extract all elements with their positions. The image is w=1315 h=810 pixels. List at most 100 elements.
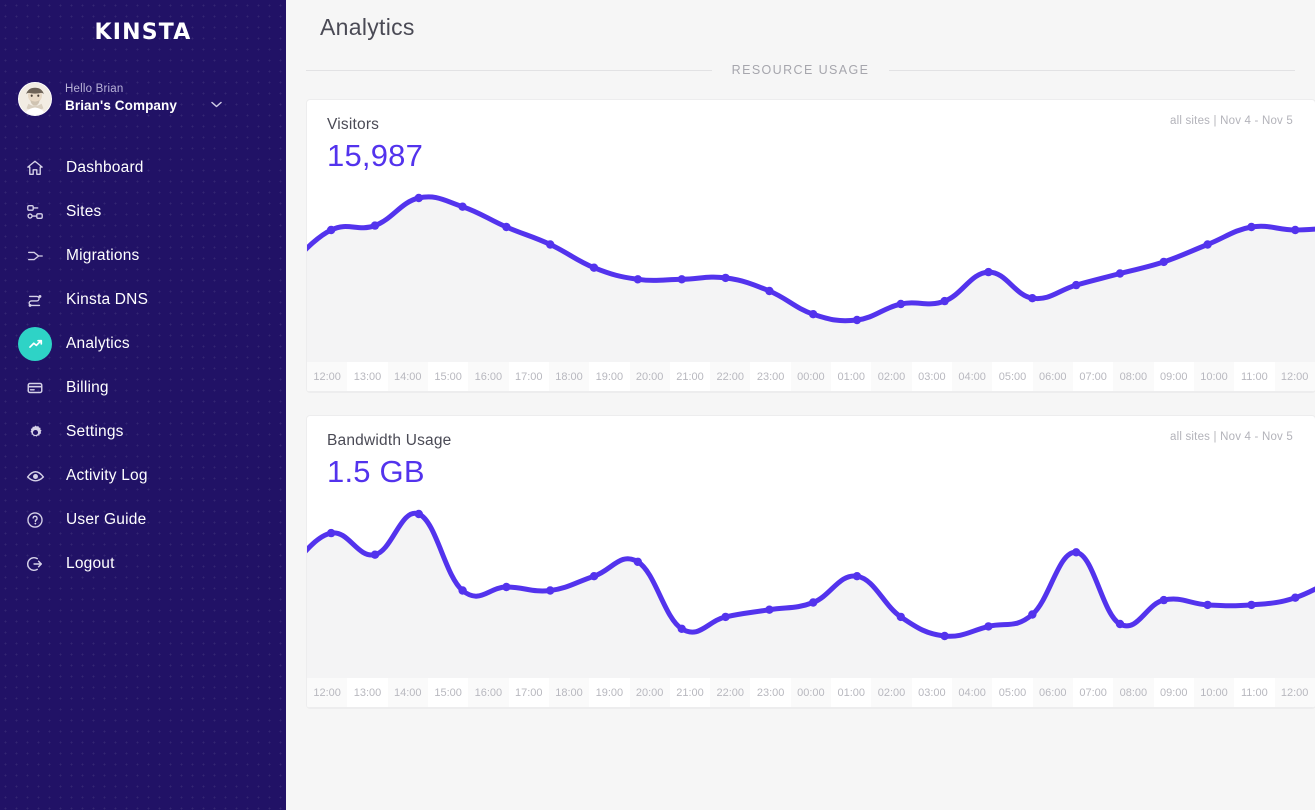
chart-data-point[interactable] — [1115, 269, 1125, 278]
chevron-down-icon[interactable] — [211, 99, 223, 112]
chart-data-point[interactable] — [370, 550, 380, 559]
axis-tick: 16:00 — [468, 678, 509, 707]
axis-tick: 12:00 — [1274, 678, 1315, 707]
chart-data-point[interactable] — [940, 631, 949, 641]
card-title: Bandwidth Usage — [327, 432, 452, 449]
sidebar-item-dashboard[interactable]: Dashboard — [0, 146, 286, 190]
sidebar-item-logout[interactable]: Logout — [0, 542, 286, 586]
sidebar-item-settings[interactable]: Settings — [0, 410, 286, 454]
chart-data-point[interactable] — [765, 286, 774, 296]
chart-visitors[interactable] — [307, 180, 1315, 362]
sidebar-item-billing[interactable]: Billing — [0, 366, 286, 410]
chart-data-point[interactable] — [502, 222, 511, 232]
chart-data-point[interactable] — [502, 582, 511, 592]
eye-icon — [18, 459, 52, 493]
chart-data-point[interactable] — [1247, 222, 1256, 232]
axis-tick: 02:00 — [871, 678, 912, 707]
axis-tick: 00:00 — [790, 678, 832, 707]
brand-logo[interactable]: Kinsta — [0, 0, 286, 56]
chart-data-point[interactable] — [633, 275, 643, 284]
chart-data-point[interactable] — [852, 572, 862, 581]
chart-data-point[interactable] — [1291, 225, 1300, 235]
axis-tick: 04:00 — [952, 678, 993, 707]
card-header: Visitors 15,987 all sites | Nov 4 - Nov … — [307, 100, 1315, 174]
card-meta[interactable]: all sites | Nov 4 - Nov 5 — [1170, 115, 1293, 127]
chart-data-point[interactable] — [326, 528, 336, 538]
sidebar-item-sites[interactable]: Sites — [0, 190, 286, 234]
chart-data-point[interactable] — [633, 557, 643, 566]
dns-icon — [18, 283, 52, 317]
sidebar-item-label: Dashboard — [66, 159, 144, 176]
axis-tick: 14:00 — [387, 678, 428, 707]
axis-tick: 01:00 — [831, 362, 872, 391]
chart-data-point[interactable] — [370, 221, 380, 230]
chart-data-point[interactable] — [1071, 548, 1081, 557]
chart-data-point[interactable] — [546, 240, 555, 249]
chart-data-point[interactable] — [852, 315, 862, 325]
axis-tick: 19:00 — [589, 362, 630, 391]
chart-data-point[interactable] — [1291, 593, 1300, 602]
chart-data-point[interactable] — [589, 572, 599, 581]
chart-data-point[interactable] — [940, 296, 949, 306]
chart-bandwidth-x-axis: 12:00 13:00 14:00 15:00 16:00 17:00 18:00 19:00… — [307, 678, 1315, 708]
logout-icon — [18, 547, 52, 581]
chart-data-point[interactable] — [896, 299, 906, 309]
axis-tick: 14:00 — [387, 362, 428, 391]
chart-data-point[interactable] — [414, 509, 423, 519]
chart-data-point[interactable] — [1028, 294, 1037, 303]
axis-tick: 08:00 — [1113, 678, 1154, 707]
chart-data-point[interactable] — [721, 273, 730, 283]
chart-data-point[interactable] — [589, 263, 599, 272]
chart-data-point[interactable] — [809, 598, 818, 607]
brand-logo-text: Kinsta — [94, 19, 192, 45]
axis-tick: 18:00 — [548, 678, 590, 707]
chart-data-point[interactable] — [458, 202, 467, 211]
chart-data-point[interactable] — [984, 622, 993, 631]
sidebar-item-label: Sites — [66, 203, 102, 220]
chart-data-point[interactable] — [458, 586, 467, 595]
user-greeting: Hello Brian — [65, 82, 124, 95]
axis-tick: 17:00 — [508, 362, 549, 391]
chart-data-point[interactable] — [677, 275, 686, 284]
user-account-switcher[interactable]: Hello Brian Brian's Company — [0, 56, 286, 116]
chart-data-point[interactable] — [326, 225, 336, 235]
chart-visitors-svg — [307, 193, 1315, 362]
card-meta[interactable]: all sites | Nov 4 - Nov 5 — [1170, 431, 1293, 443]
chart-data-point[interactable] — [896, 612, 906, 622]
chart-data-point[interactable] — [809, 310, 818, 319]
chart-data-point[interactable] — [1159, 257, 1168, 267]
chart-data-point[interactable] — [1115, 619, 1125, 629]
chart-data-point[interactable] — [1203, 240, 1212, 249]
sidebar-item-migrations[interactable]: Migrations — [0, 234, 286, 278]
axis-tick: 15:00 — [427, 678, 469, 707]
chevron-down-glyph — [211, 102, 223, 108]
sidebar-item-user-guide[interactable]: User Guide — [0, 498, 286, 542]
chart-bandwidth[interactable] — [307, 496, 1315, 678]
chart-visitors-x-axis: 12:00 13:00 14:00 15:00 16:00 17:00 18:00 19:00… — [307, 362, 1315, 392]
sidebar-item-kinsta-dns[interactable]: Kinsta DNS — [0, 278, 286, 322]
axis-tick: 23:00 — [750, 678, 791, 707]
axis-tick: 13:00 — [347, 362, 388, 391]
axis-tick: 12:00 — [307, 678, 348, 707]
axis-tick: 21:00 — [669, 362, 711, 391]
app-root: Kinsta Hello Brian Brian's Company — [0, 0, 1315, 810]
axis-tick: 11:00 — [1234, 362, 1275, 391]
chart-data-point[interactable] — [1028, 610, 1037, 619]
chart-data-point[interactable] — [721, 612, 730, 622]
chart-data-point[interactable] — [765, 605, 774, 614]
axis-tick: 09:00 — [1153, 678, 1194, 707]
chart-data-point[interactable] — [414, 193, 423, 203]
sidebar-item-analytics[interactable]: Analytics — [0, 322, 286, 366]
chart-data-point[interactable] — [546, 586, 555, 595]
axis-tick: 10:00 — [1193, 678, 1235, 707]
chart-data-point[interactable] — [1247, 600, 1256, 610]
chart-data-point[interactable] — [1203, 600, 1212, 610]
chart-data-point[interactable] — [1159, 595, 1168, 605]
chart-data-point[interactable] — [1071, 280, 1081, 290]
chart-data-point[interactable] — [677, 624, 686, 633]
chart-data-point[interactable] — [984, 267, 993, 277]
axis-tick: 03:00 — [911, 362, 952, 391]
sidebar-item-activity-log[interactable]: Activity Log — [0, 454, 286, 498]
avatar — [18, 82, 52, 116]
axis-tick: 21:00 — [669, 678, 711, 707]
